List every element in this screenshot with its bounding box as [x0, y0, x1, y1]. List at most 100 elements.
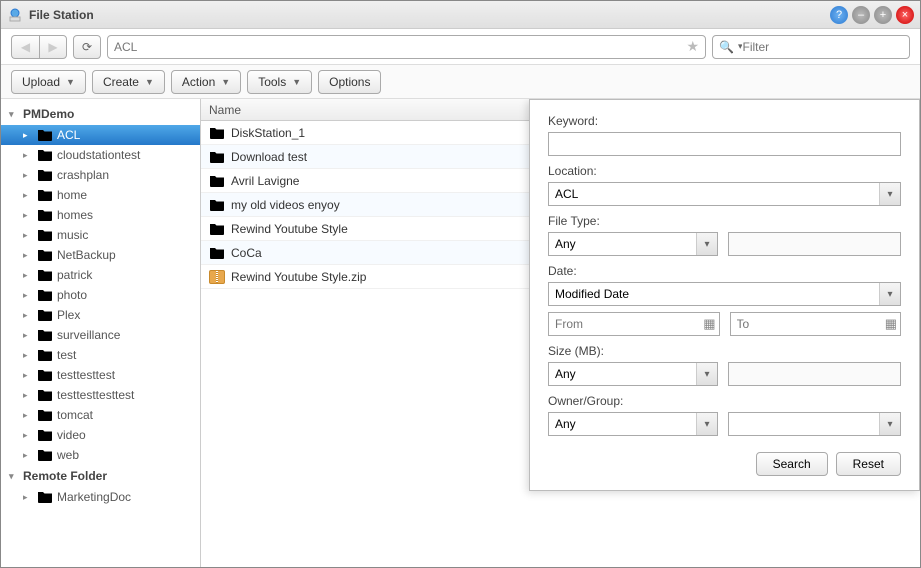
tree-root-pmdemo[interactable]: ▾PMDemo	[1, 103, 200, 125]
folder-icon	[37, 408, 53, 422]
create-button[interactable]: Create▼	[92, 70, 165, 94]
tree-item-test[interactable]: ▸test	[1, 345, 200, 365]
tree-item-surveillance[interactable]: ▸surveillance	[1, 325, 200, 345]
tree-item-netbackup[interactable]: ▸NetBackup	[1, 245, 200, 265]
tree-item-label: Plex	[57, 308, 80, 322]
size-select[interactable]	[548, 362, 718, 386]
back-button[interactable]: ◀	[11, 35, 39, 59]
path-input[interactable]	[114, 40, 686, 54]
tree-item-video[interactable]: ▸video	[1, 425, 200, 445]
minimize-button[interactable]: –	[852, 6, 870, 24]
filter-input[interactable]	[742, 40, 903, 54]
folder-icon	[37, 388, 53, 402]
file-name: CoCa	[231, 246, 262, 260]
tree-item-marketingdoc[interactable]: ▸MarketingDoc	[1, 487, 200, 507]
folder-icon	[209, 222, 225, 236]
tree-item-plex[interactable]: ▸Plex	[1, 305, 200, 325]
file-name: my old videos enyoy	[231, 198, 340, 212]
tree-item-acl[interactable]: ▸ACL	[1, 125, 200, 145]
date-from-input[interactable]	[548, 312, 720, 336]
tree-item-patrick[interactable]: ▸patrick	[1, 265, 200, 285]
folder-icon	[37, 368, 53, 382]
forward-button[interactable]: ▶	[39, 35, 67, 59]
tree-item-testtesttesttest[interactable]: ▸testtesttesttest	[1, 385, 200, 405]
keyword-label: Keyword:	[548, 114, 901, 128]
owner-select[interactable]	[548, 412, 718, 436]
location-select[interactable]	[548, 182, 901, 206]
maximize-button[interactable]: +	[874, 6, 892, 24]
folder-icon	[37, 148, 53, 162]
app-icon	[7, 7, 23, 23]
options-button[interactable]: Options	[318, 70, 381, 94]
folder-icon	[37, 168, 53, 182]
tree-item-label: test	[57, 348, 76, 362]
folder-icon	[37, 268, 53, 282]
advanced-search-panel: Keyword: Location: File Type: Date: ▦ ▦ …	[529, 99, 920, 491]
toolbar: Upload▼ Create▼ Action▼ Tools▼ Options	[1, 65, 920, 99]
file-name: Avril Lavigne	[231, 174, 299, 188]
tree-item-music[interactable]: ▸music	[1, 225, 200, 245]
tree-item-label: music	[57, 228, 88, 242]
tree-item-label: photo	[57, 288, 87, 302]
search-icon: 🔍	[719, 40, 734, 54]
folder-icon	[37, 490, 53, 504]
tree-item-testtesttest[interactable]: ▸testtesttest	[1, 365, 200, 385]
folder-icon	[37, 348, 53, 362]
tree-item-crashplan[interactable]: ▸crashplan	[1, 165, 200, 185]
folder-icon	[209, 174, 225, 188]
tree-item-label: ACL	[57, 128, 80, 142]
folder-icon	[37, 448, 53, 462]
folder-icon	[37, 288, 53, 302]
folder-icon	[37, 328, 53, 342]
nav-row: ◀ ▶ ⟳ ★ 🔍▾	[1, 29, 920, 65]
tree-root-remote[interactable]: ▾Remote Folder	[1, 465, 200, 487]
file-name: Download test	[231, 150, 307, 164]
filetype-extra-input[interactable]	[728, 232, 901, 256]
close-button[interactable]: ×	[896, 6, 914, 24]
file-name: DiskStation_1	[231, 126, 305, 140]
tools-button[interactable]: Tools▼	[247, 70, 312, 94]
refresh-button[interactable]: ⟳	[73, 35, 101, 59]
date-type-select[interactable]	[548, 282, 901, 306]
tree-item-label: testtesttest	[57, 368, 115, 382]
favorite-icon[interactable]: ★	[686, 38, 699, 55]
reset-button[interactable]: Reset	[836, 452, 901, 476]
tree-item-homes[interactable]: ▸homes	[1, 205, 200, 225]
file-station-window: File Station ? – + × ◀ ▶ ⟳ ★ 🔍▾ Upload▼ …	[0, 0, 921, 568]
filetype-select[interactable]	[548, 232, 718, 256]
tree-item-home[interactable]: ▸home	[1, 185, 200, 205]
size-label: Size (MB):	[548, 344, 901, 358]
action-button[interactable]: Action▼	[171, 70, 241, 94]
tree-item-photo[interactable]: ▸photo	[1, 285, 200, 305]
search-button[interactable]: Search	[756, 452, 828, 476]
owner-extra-select[interactable]	[728, 412, 901, 436]
owner-label: Owner/Group:	[548, 394, 901, 408]
date-to-input[interactable]	[730, 312, 902, 336]
tree-item-label: video	[57, 428, 86, 442]
tree-item-label: MarketingDoc	[57, 490, 131, 504]
tree-item-label: home	[57, 188, 87, 202]
tree-item-label: patrick	[57, 268, 92, 282]
tree-item-tomcat[interactable]: ▸tomcat	[1, 405, 200, 425]
folder-icon	[209, 126, 225, 140]
tree-item-web[interactable]: ▸web	[1, 445, 200, 465]
sidebar: ▾PMDemo▸ACL▸cloudstationtest▸crashplan▸h…	[1, 99, 201, 567]
date-label: Date:	[548, 264, 901, 278]
size-extra-input[interactable]	[728, 362, 901, 386]
tree-item-label: homes	[57, 208, 93, 222]
tree-item-label: cloudstationtest	[57, 148, 140, 162]
tree-item-label: tomcat	[57, 408, 93, 422]
tree-item-label: web	[57, 448, 79, 462]
folder-icon	[37, 188, 53, 202]
tree-item-label: crashplan	[57, 168, 109, 182]
tree-item-label: surveillance	[57, 328, 120, 342]
content-area: Name DiskStation_1Download testAvril Lav…	[201, 99, 920, 567]
tree-item-cloudstationtest[interactable]: ▸cloudstationtest	[1, 145, 200, 165]
titlebar: File Station ? – + ×	[1, 1, 920, 29]
upload-button[interactable]: Upload▼	[11, 70, 86, 94]
window-title: File Station	[29, 8, 830, 22]
help-button[interactable]: ?	[830, 6, 848, 24]
keyword-input[interactable]	[548, 132, 901, 156]
path-box: ★	[107, 35, 706, 59]
folder-icon	[37, 308, 53, 322]
